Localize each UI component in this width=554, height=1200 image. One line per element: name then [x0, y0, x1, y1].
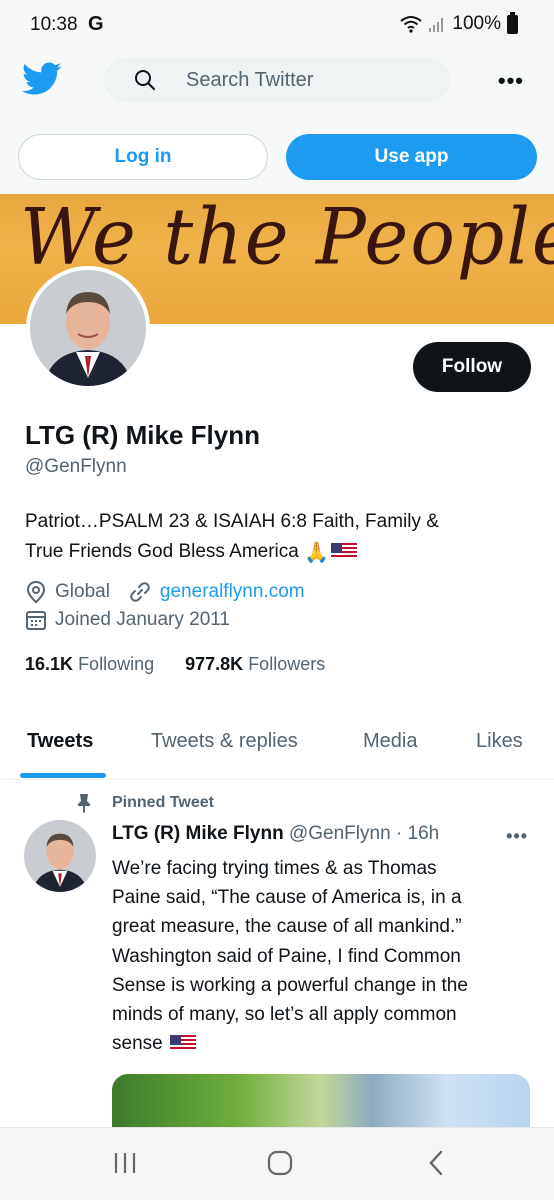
- tweet-more-icon[interactable]: •••: [506, 826, 528, 847]
- more-options-icon[interactable]: •••: [498, 68, 524, 94]
- profile-joined-date: Joined January 2011: [55, 609, 230, 630]
- back-icon[interactable]: [426, 1150, 446, 1176]
- tweet-line: sense: [112, 1033, 163, 1055]
- us-flag-icon: [331, 541, 358, 559]
- profile-meta-row-1: Global generalflynn.com: [25, 580, 305, 604]
- profile-location: Global: [55, 581, 110, 602]
- tweet-time[interactable]: 16h: [408, 823, 440, 844]
- google-icon: G: [88, 13, 104, 35]
- tweet-text[interactable]: We’re facing trying times & as Thomas Pa…: [112, 854, 532, 1058]
- profile-bio: Patriot…PSALM 23 & ISAIAH 6:8 Faith, Fam…: [25, 507, 525, 568]
- praying-hands-icon: 🙏: [304, 542, 330, 564]
- system-nav-bar: [0, 1127, 554, 1200]
- bio-line-2: True Friends God Bless America: [25, 541, 299, 562]
- profile-meta-row-2: Joined January 2011: [25, 608, 230, 632]
- recent-apps-icon[interactable]: [112, 1150, 138, 1176]
- twitter-bird-icon[interactable]: [22, 62, 62, 96]
- top-header: Search Twitter •••: [0, 48, 554, 112]
- tweet-line: We’re facing trying times & as Thomas: [112, 858, 437, 879]
- tweet-author-avatar[interactable]: [24, 820, 96, 892]
- profile-website-link[interactable]: generalflynn.com: [160, 581, 305, 603]
- location-icon: [26, 580, 46, 604]
- pin-icon: [78, 794, 90, 813]
- login-button[interactable]: Log in: [18, 134, 268, 180]
- battery-icon: [507, 11, 518, 34]
- active-tab-indicator: [20, 773, 106, 778]
- tweet-author-handle[interactable]: @GenFlynn: [289, 823, 391, 844]
- avatar-photo: [30, 270, 146, 386]
- status-indicators: 100%: [400, 11, 518, 35]
- follow-button[interactable]: Follow: [413, 342, 531, 392]
- auth-bar: Log in Use app: [0, 112, 554, 194]
- tweet-header: LTG (R) Mike Flynn @GenFlynn · 16h: [112, 823, 439, 845]
- signal-icon: [429, 18, 444, 32]
- tweet-line: minds of many, so let’s all apply common: [112, 1004, 457, 1026]
- followers-label: Followers: [248, 654, 326, 674]
- tweet-separator: ·: [395, 823, 403, 844]
- following-label: Following: [78, 654, 155, 674]
- tab-likes[interactable]: Likes: [476, 730, 523, 753]
- tweet-line: great measure, the cause of all mankind.…: [112, 916, 462, 938]
- tab-tweets-replies[interactable]: Tweets & replies: [151, 730, 298, 753]
- profile-stats: 16.1K Following 977.8K Followers: [25, 654, 325, 675]
- following-stat[interactable]: 16.1K Following: [25, 654, 154, 674]
- link-icon: [130, 582, 150, 602]
- avatar-photo: [24, 820, 96, 892]
- pinned-tweet-label: Pinned Tweet: [112, 794, 214, 811]
- use-app-button[interactable]: Use app: [286, 134, 537, 180]
- tab-media[interactable]: Media: [363, 730, 417, 753]
- profile-handle: @GenFlynn: [25, 456, 127, 477]
- followers-stat[interactable]: 977.8K Followers: [185, 654, 325, 674]
- home-icon[interactable]: [266, 1150, 294, 1176]
- followers-count: 977.8K: [185, 654, 244, 674]
- status-time: 10:38: [30, 14, 78, 35]
- tweet-line: Paine said, “The cause of America is, in…: [112, 887, 462, 909]
- us-flag-icon: [169, 1033, 196, 1052]
- wifi-icon: [400, 16, 423, 33]
- tweet-line: Washington said of Paine, I find Common: [112, 945, 461, 967]
- following-count: 16.1K: [25, 654, 74, 674]
- profile-avatar[interactable]: [26, 266, 150, 390]
- search-placeholder: Search Twitter: [186, 69, 314, 91]
- bio-line-1: Patriot…PSALM 23 & ISAIAH 6:8 Faith, Fam…: [25, 511, 439, 532]
- search-input[interactable]: Search Twitter: [104, 58, 450, 102]
- profile-display-name: LTG (R) Mike Flynn: [25, 420, 260, 450]
- status-bar: 10:38 G 100%: [0, 0, 554, 48]
- tweet-author-name[interactable]: LTG (R) Mike Flynn: [112, 823, 284, 844]
- profile-tabs: Tweets Tweets & replies Media Likes: [0, 714, 554, 780]
- battery-percent: 100%: [452, 13, 501, 34]
- tweet-media-image[interactable]: [112, 1074, 530, 1134]
- bio-line-2-wrap: True Friends God Bless America 🙏: [25, 537, 525, 568]
- tab-tweets[interactable]: Tweets: [27, 730, 93, 753]
- search-icon: [135, 70, 156, 91]
- calendar-icon: [26, 611, 46, 630]
- tweet-line: Sense is working a powerful change in th…: [112, 974, 468, 996]
- tweet-line-last: sense: [112, 1029, 532, 1058]
